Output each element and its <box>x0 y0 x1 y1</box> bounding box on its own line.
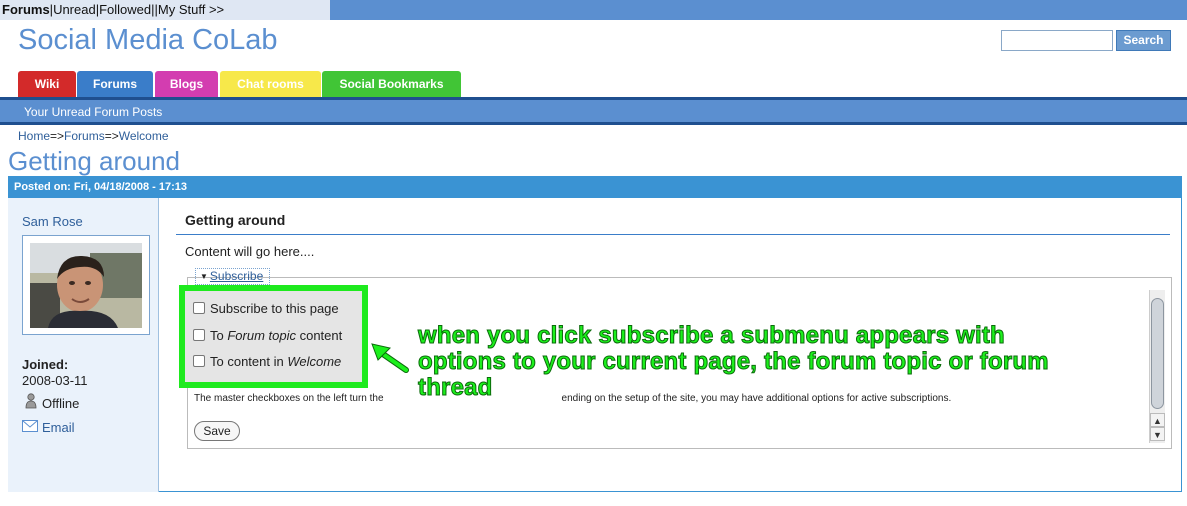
site-title[interactable]: Social Media CoLab <box>18 24 278 57</box>
scroll-up-arrow-icon[interactable]: ▲ <box>1150 413 1165 427</box>
breadcrumb-home[interactable]: Home <box>18 129 50 143</box>
post-subject: Getting around <box>185 212 286 228</box>
avatar[interactable] <box>30 243 142 328</box>
search-button[interactable]: Search <box>1116 30 1171 51</box>
subscribe-content-checkbox[interactable] <box>193 355 205 367</box>
user-status-text: Offline <box>42 396 80 411</box>
tab-social-bookmarks[interactable]: Social Bookmarks <box>322 71 461 97</box>
author-name-link[interactable]: Sam Rose <box>22 214 83 229</box>
top-nav-followed-link[interactable]: Followed <box>99 2 151 17</box>
tab-blogs[interactable]: Blogs <box>155 71 218 97</box>
tab-chat-rooms[interactable]: Chat rooms <box>220 71 321 97</box>
tab-wiki[interactable]: Wiki <box>18 71 76 97</box>
user-status-icon <box>25 393 37 414</box>
subscribe-content-option[interactable]: To content in Welcome <box>193 351 342 373</box>
email-link[interactable]: Email <box>42 420 75 435</box>
sub-nav-bar: Your Unread Forum Posts <box>0 97 1187 125</box>
subscribe-toggle[interactable]: ▼ Subscribe <box>195 268 270 285</box>
subscribe-toggle-label: Subscribe <box>209 269 264 283</box>
joined-label: Joined: <box>22 357 69 372</box>
subscribe-topic-checkbox[interactable] <box>193 329 205 341</box>
subject-divider <box>176 234 1170 235</box>
subscribe-page-checkbox[interactable] <box>193 302 205 314</box>
subscribe-topic-label-italic: Forum topic <box>227 328 296 343</box>
avatar-image <box>30 243 142 328</box>
post-date-header: Posted on: Fri, 04/18/2008 - 17:13 <box>8 176 1182 198</box>
subscribe-page-option[interactable]: Subscribe to this page <box>193 298 339 320</box>
breadcrumb-arrow: => <box>104 129 119 143</box>
top-nav-my-stuff-link[interactable]: My Stuff >> <box>158 2 224 17</box>
subscribe-topic-option[interactable]: To Forum topic content <box>193 325 343 347</box>
top-nav-unread-link[interactable]: Unread <box>53 2 96 17</box>
annotation-callout: when you click subscribe a submenu appea… <box>418 322 1050 401</box>
subscribe-content-label-prefix: To content in <box>210 354 288 369</box>
callout-arrow-icon <box>370 340 410 379</box>
breadcrumb-arrow: => <box>50 129 65 143</box>
breadcrumb-welcome[interactable]: Welcome <box>119 129 169 143</box>
subscribe-content-label-italic: Welcome <box>287 354 342 369</box>
subscribe-help-text-left: The master checkboxes on the left turn t… <box>194 393 384 404</box>
top-nav-items: Forums|Unread|Followed||My Stuff >> <box>2 0 224 20</box>
triangle-down-icon: ▼ <box>200 272 208 281</box>
top-nav-forums-link[interactable]: Forums <box>2 2 50 17</box>
scrollbar-thumb[interactable] <box>1151 298 1164 409</box>
scroll-down-arrow-icon[interactable]: ▼ <box>1150 427 1165 441</box>
breadcrumb: Home=>Forums=>Welcome <box>18 129 169 143</box>
top-nav-bar: Forums|Unread|Followed||My Stuff >> <box>0 0 1187 20</box>
envelope-icon[interactable] <box>22 419 38 437</box>
subscribe-topic-label-prefix: To <box>210 328 228 343</box>
breadcrumb-forums[interactable]: Forums <box>64 129 105 143</box>
post-body: Content will go here.... <box>185 244 315 259</box>
page-title: Getting around <box>8 146 181 176</box>
joined-date: 2008-03-11 <box>22 373 88 388</box>
subscribe-page-label: Subscribe to this page <box>210 301 339 316</box>
subscribe-topic-label-suffix: content <box>295 328 343 343</box>
tab-forums[interactable]: Forums <box>77 71 153 97</box>
save-button[interactable]: Save <box>194 421 240 441</box>
search-input[interactable] <box>1001 30 1113 51</box>
unread-forum-posts-link[interactable]: Your Unread Forum Posts <box>24 105 162 119</box>
